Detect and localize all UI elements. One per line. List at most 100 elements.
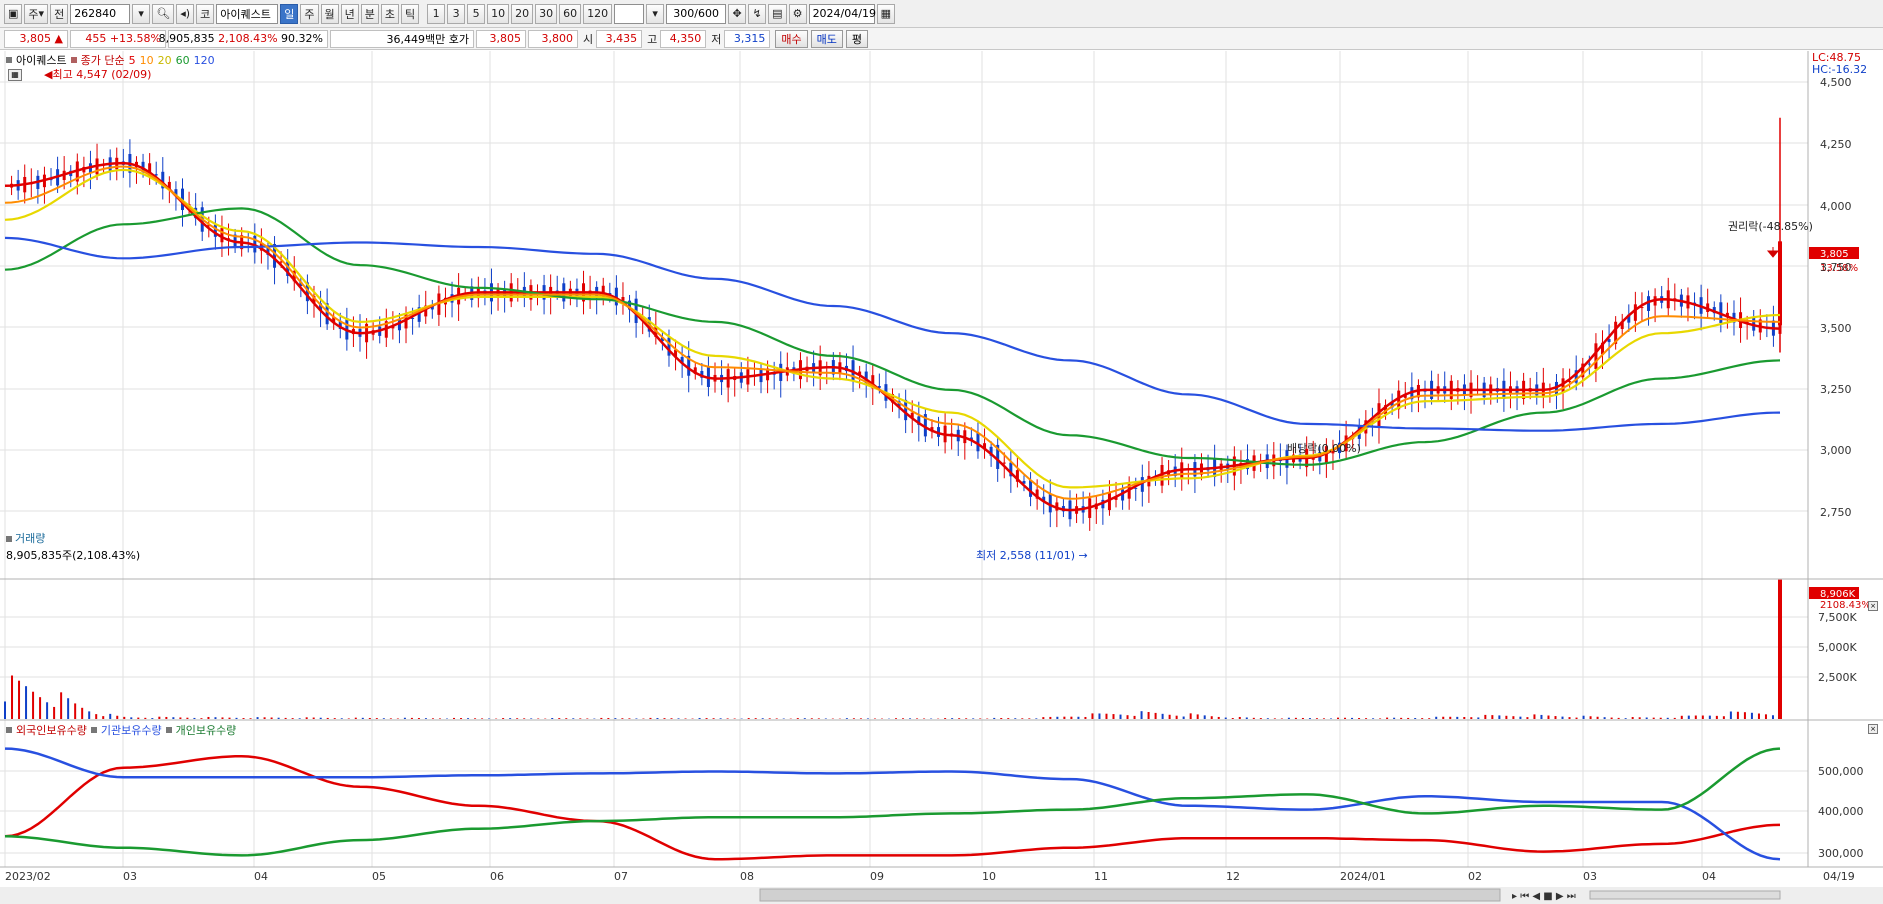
candle-body — [1002, 462, 1006, 464]
legend-square-icon — [165, 727, 172, 733]
stock-code-input[interactable]: 262840 — [70, 3, 131, 24]
volume-bar — [200, 718, 203, 719]
interval-30[interactable]: 30 — [535, 3, 558, 24]
layout-icon[interactable]: ▣ — [4, 3, 23, 24]
volume-bar — [1645, 717, 1648, 719]
volume-bar — [1175, 715, 1178, 719]
scroll-thumb[interactable] — [759, 888, 1501, 902]
sell-button[interactable]: 매도 — [810, 29, 843, 48]
count-field[interactable]: 300/600 — [666, 3, 727, 24]
volume-bar — [375, 718, 378, 719]
open-label: 시 — [583, 32, 594, 46]
panel-close-icon[interactable]: × — [1868, 724, 1878, 734]
volume-bar-last — [1778, 579, 1782, 719]
calendar-icon[interactable]: ▦ — [876, 3, 895, 24]
eval-button[interactable]: 평 — [845, 29, 868, 48]
date-field[interactable]: 2024/04/19 — [808, 3, 876, 24]
vol-y-tick: 7,500K — [1818, 611, 1857, 624]
speaker-icon[interactable]: ◂) — [176, 3, 195, 24]
volume-bar — [572, 718, 575, 719]
volume-bar — [1638, 717, 1641, 719]
volume-bar — [979, 718, 982, 719]
volume-bar — [361, 717, 364, 719]
volume-bar — [284, 717, 287, 719]
prefix-button[interactable]: 전 — [50, 3, 69, 24]
volume-bar — [635, 718, 638, 719]
chart-settings-icon[interactable]: ▦ — [8, 69, 22, 81]
panel-close-icon[interactable]: × — [1868, 601, 1878, 611]
volume-bar — [1182, 716, 1185, 719]
draw-icon[interactable]: ↯ — [748, 3, 767, 24]
volume-bar — [958, 718, 961, 719]
volume-bar — [39, 697, 42, 719]
search-icon[interactable]: 🔍︎ — [152, 3, 175, 24]
interval-20[interactable]: 20 — [511, 3, 534, 24]
volume-tag-text: 8,906K — [1820, 589, 1856, 600]
stock-name-field: 아이퀘스트 — [216, 3, 279, 24]
chart-canvas[interactable]: LC:48.75 HC:-16.32 ◀최고 4,547 (02/09) 최저 … — [0, 51, 1883, 904]
interval-10[interactable]: 10 — [487, 3, 510, 24]
period-tab-second[interactable]: 초 — [380, 3, 400, 24]
volume-bar — [32, 691, 35, 719]
volume-bar — [368, 717, 371, 719]
y-tick: 3,500 — [1820, 322, 1852, 335]
volume-bar — [207, 716, 210, 719]
volume-bar — [551, 718, 554, 719]
volume-bar — [1414, 718, 1417, 719]
volume-bar — [747, 718, 750, 719]
volume-bar — [1329, 718, 1332, 719]
interval-5[interactable]: 5 — [467, 3, 486, 24]
x-tick: 2024/01 — [1340, 870, 1386, 883]
volume-value: 8,905,835 2,108.43% 90.32% — [159, 29, 328, 48]
interval-3[interactable]: 3 — [447, 3, 466, 24]
volume-bar — [1512, 716, 1515, 719]
save-icon[interactable]: ▤ — [768, 3, 787, 24]
period-tab-month[interactable]: 월 — [320, 3, 339, 24]
volume-pct-tag: 2108.43% — [1820, 600, 1871, 611]
volume-bar — [1021, 718, 1024, 719]
volume-bar — [1582, 715, 1585, 719]
volume-bar — [1161, 713, 1164, 719]
volume-bar — [102, 716, 105, 719]
interval-1[interactable]: 1 — [427, 3, 446, 24]
volume-bar — [1659, 717, 1662, 719]
buy-button[interactable]: 매수 — [775, 29, 808, 48]
volume-bar — [130, 717, 133, 719]
custom-interval-input[interactable] — [614, 3, 645, 24]
y-tick: 4,250 — [1820, 138, 1852, 151]
vol-y-tick: 2,500K — [1818, 671, 1857, 684]
period-code-select[interactable]: 주 ▾ — [24, 3, 49, 24]
volume-bar — [796, 718, 799, 719]
period-tab-minute[interactable]: 분 — [360, 3, 379, 24]
y-tick: 2,750 — [1820, 506, 1852, 519]
period-tab-week[interactable]: 주 — [300, 3, 319, 24]
volume-bar — [1056, 716, 1059, 719]
stock-dropdown-icon[interactable]: ▾ — [132, 3, 151, 24]
volume-bar — [1035, 718, 1038, 719]
gear-icon[interactable]: ⚙ — [788, 3, 807, 24]
low-price: 3,315 — [724, 29, 771, 48]
volume-bar — [951, 718, 954, 719]
volume-bar — [663, 718, 666, 719]
volume-bar — [1722, 716, 1725, 719]
scroll-nav-icons[interactable]: ▸ ⏮ ◀ ■ ▶ ⏭ — [1512, 891, 1576, 902]
period-tab-tick[interactable]: 틱 — [401, 3, 420, 24]
custom-interval-dropdown-icon[interactable]: ▾ — [646, 3, 665, 24]
interval-120[interactable]: 120 — [583, 3, 613, 24]
volume-bar — [1631, 717, 1634, 719]
stock-badge[interactable]: 코 — [196, 3, 215, 24]
volume-bar — [116, 715, 119, 719]
volume-bar — [1533, 714, 1536, 719]
period-tab-year[interactable]: 년 — [340, 3, 359, 24]
volume-bar — [1322, 718, 1325, 719]
volume-bar — [88, 711, 91, 719]
volume-bar — [516, 718, 519, 719]
volume-bar — [417, 718, 420, 719]
zoom-slider[interactable] — [1589, 890, 1781, 900]
interval-60[interactable]: 60 — [559, 3, 582, 24]
volume-legend: 거래량 8,905,835주(2,108.43%) — [6, 532, 141, 562]
volume-bar — [1715, 715, 1718, 719]
tools-icon[interactable]: ✥ — [728, 3, 747, 24]
volume-bar — [1610, 717, 1613, 719]
period-tab-day[interactable]: 일 — [280, 3, 299, 24]
